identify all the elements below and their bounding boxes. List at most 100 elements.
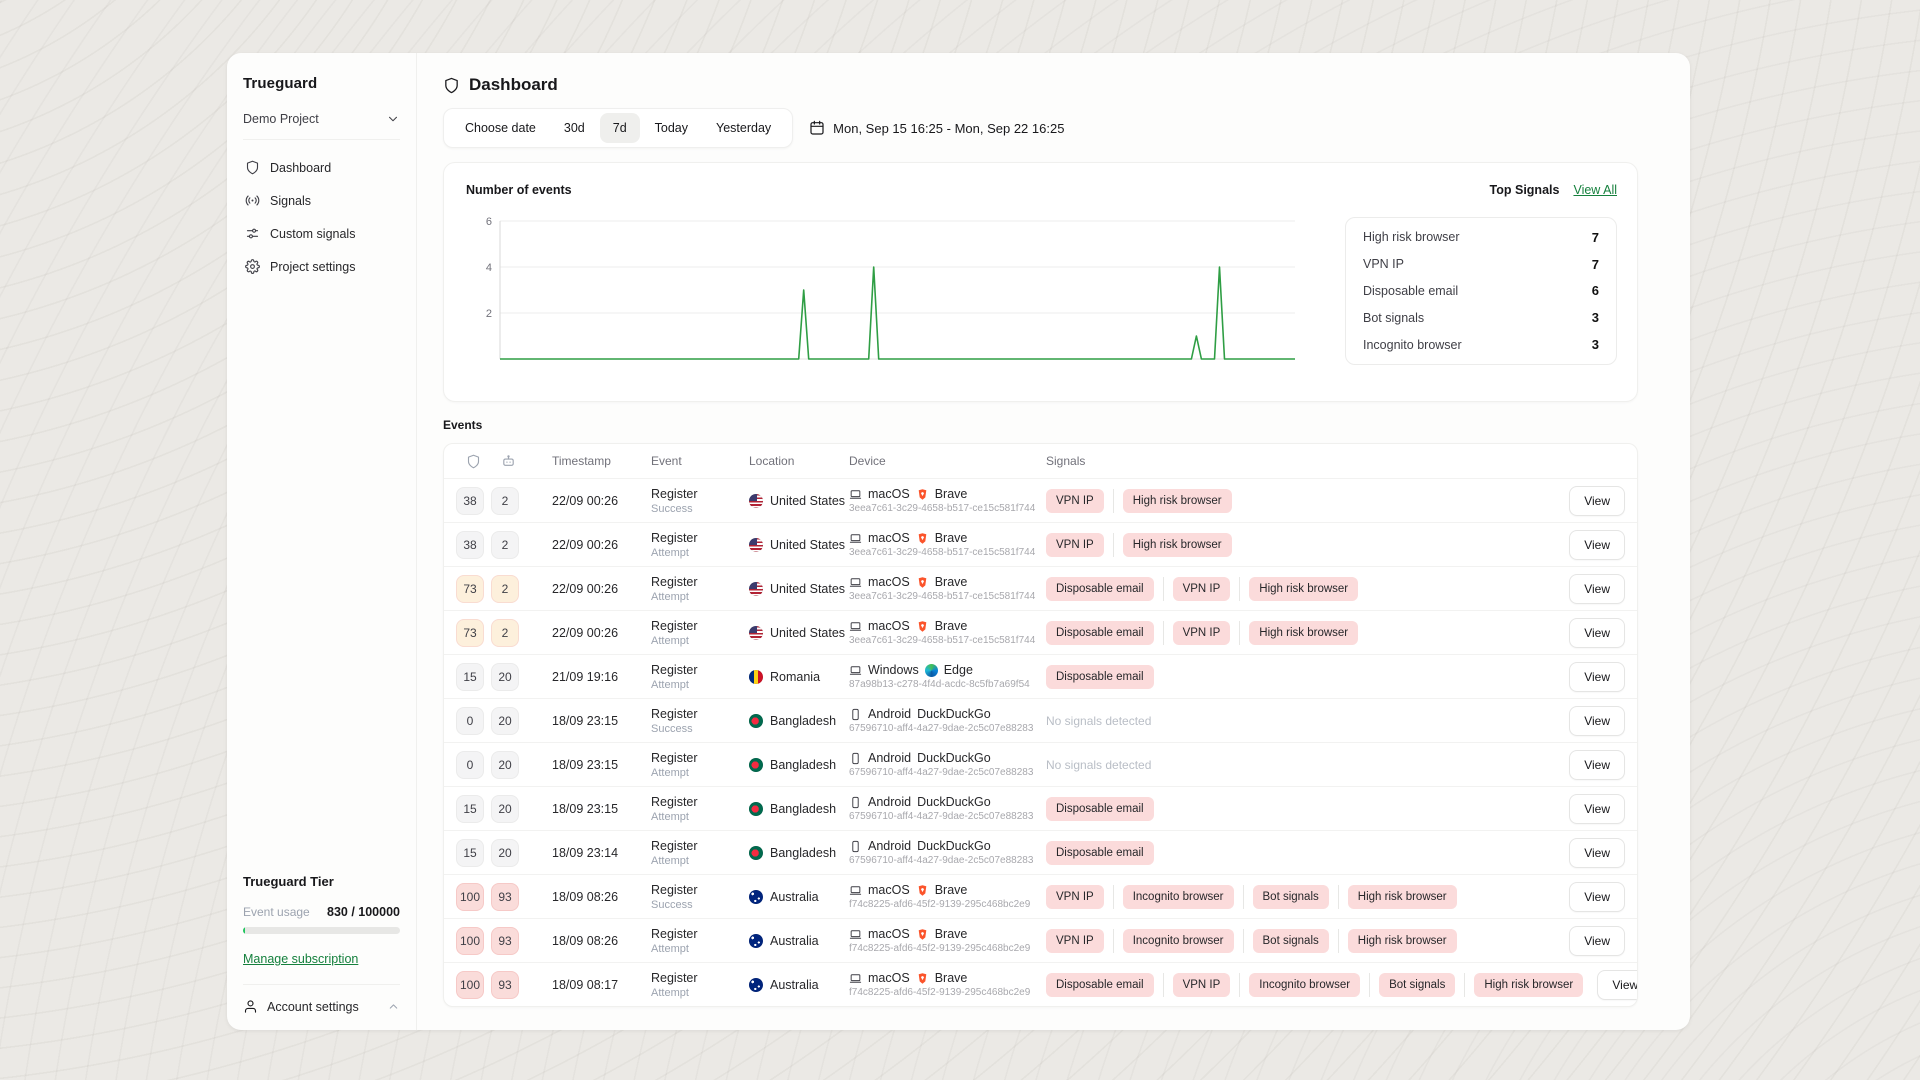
timestamp-cell: 18/09 23:15	[526, 714, 651, 728]
view-button[interactable]: View	[1569, 838, 1625, 868]
table-row: 38 2 22/09 00:26 Register Attempt United…	[444, 522, 1637, 566]
bot-score-badge: 93	[491, 971, 519, 999]
signal-pill: Disposable email	[1046, 841, 1154, 865]
country-flag-icon	[749, 890, 763, 904]
view-button[interactable]: View	[1569, 662, 1625, 692]
country-flag-icon	[749, 538, 763, 552]
signal-pill: Bot signals	[1253, 929, 1329, 953]
risk-score-badge: 100	[456, 971, 484, 999]
bot-score-badge: 20	[491, 795, 519, 823]
location-cell: Australia	[749, 978, 849, 992]
view-button[interactable]: View	[1569, 750, 1625, 780]
top-signal-value: 6	[1592, 283, 1599, 298]
country-name: Australia	[770, 890, 819, 904]
country-flag-icon	[749, 934, 763, 948]
signal-divider	[1163, 577, 1164, 601]
signals-cell: VPN IPHigh risk browser	[1046, 489, 1555, 513]
filter-button-30d[interactable]: 30d	[551, 113, 598, 143]
signal-pill: High risk browser	[1474, 973, 1583, 997]
signal-pill: Incognito browser	[1123, 929, 1234, 953]
brave-icon	[916, 620, 929, 633]
event-cell: Register Attempt	[651, 751, 749, 779]
sidebar-item-label: Custom signals	[270, 227, 355, 241]
signal-pill: VPN IP	[1046, 885, 1104, 909]
view-button[interactable]: View	[1569, 486, 1625, 516]
shield-score-column-icon	[466, 454, 481, 469]
account-settings-button[interactable]: Account settings	[243, 984, 400, 1014]
sliders-icon	[245, 226, 260, 241]
view-button[interactable]: View	[1569, 618, 1625, 648]
timestamp-cell: 22/09 00:26	[526, 626, 651, 640]
view-button[interactable]: View	[1569, 530, 1625, 560]
bot-score-column-icon	[501, 454, 516, 469]
sidebar-item-signals[interactable]: Signals	[243, 188, 400, 213]
top-signal-value: 3	[1592, 310, 1599, 325]
manage-subscription-link[interactable]: Manage subscription	[243, 952, 358, 966]
country-flag-icon	[749, 582, 763, 596]
device-os: macOS	[868, 487, 910, 501]
signal-divider	[1338, 929, 1339, 953]
view-button[interactable]: View	[1597, 970, 1638, 1000]
signal-pill: High risk browser	[1249, 577, 1358, 601]
brave-icon	[916, 928, 929, 941]
event-cell: Register Attempt	[651, 619, 749, 647]
date-range[interactable]: Mon, Sep 15 16:25 - Mon, Sep 22 16:25	[809, 120, 1064, 136]
device-browser: Brave	[935, 971, 968, 985]
signal-divider	[1243, 885, 1244, 909]
timestamp-cell: 18/09 23:14	[526, 846, 651, 860]
sidebar-nav: Dashboard Signals Custom signals Project…	[243, 155, 400, 279]
filter-button-today[interactable]: Today	[642, 113, 701, 143]
signals-cell: Disposable emailVPN IPHigh risk browser	[1046, 621, 1555, 645]
filter-button-7d[interactable]: 7d	[600, 113, 640, 143]
sidebar-item-dashboard[interactable]: Dashboard	[243, 155, 400, 180]
device-browser: DuckDuckGo	[917, 795, 991, 809]
event-type: Register	[651, 751, 749, 765]
view-button[interactable]: View	[1569, 882, 1625, 912]
top-signal-row: Incognito browser 3	[1346, 337, 1616, 352]
sidebar-item-project-settings[interactable]: Project settings	[243, 254, 400, 279]
filter-button-choose-date[interactable]: Choose date	[452, 113, 549, 143]
app-window: Trueguard Demo Project Dashboard Signals…	[227, 53, 1690, 1030]
project-selector[interactable]: Demo Project	[243, 112, 400, 126]
view-button[interactable]: View	[1569, 926, 1625, 956]
signal-pill: Disposable email	[1046, 797, 1154, 821]
device-cell: macOS Brave f74c8225-afd6-45f2-9139-295c…	[849, 971, 1046, 998]
event-status: Success	[651, 503, 749, 515]
event-cell: Register Attempt	[651, 575, 749, 603]
timestamp-cell: 21/09 19:16	[526, 670, 651, 684]
view-all-link[interactable]: View All	[1573, 183, 1617, 197]
signal-pill: VPN IP	[1046, 489, 1104, 513]
device-id: f74c8225-afd6-45f2-9139-295c468bc2e9	[849, 987, 1046, 998]
filter-button-yesterday[interactable]: Yesterday	[703, 113, 784, 143]
bot-score-badge: 20	[491, 663, 519, 691]
device-os: Android	[868, 707, 911, 721]
brave-icon	[916, 488, 929, 501]
view-button[interactable]: View	[1569, 706, 1625, 736]
table-row: 15 20 18/09 23:14 Register Attempt Bangl…	[444, 830, 1637, 874]
country-name: Bangladesh	[770, 714, 836, 728]
device-browser: Brave	[935, 531, 968, 545]
timestamp-cell: 18/09 08:26	[526, 934, 651, 948]
event-type: Register	[651, 575, 749, 589]
no-signals-text: No signals detected	[1046, 714, 1151, 728]
device-os: macOS	[868, 619, 910, 633]
country-name: Bangladesh	[770, 846, 836, 860]
view-button[interactable]: View	[1569, 574, 1625, 604]
calendar-icon	[809, 120, 825, 136]
brave-icon	[916, 884, 929, 897]
brand-logo: Trueguard	[243, 75, 400, 92]
svg-text:2: 2	[486, 308, 492, 320]
event-type: Register	[651, 795, 749, 809]
laptop-icon	[849, 972, 862, 985]
signals-cell: No signals detected	[1046, 714, 1555, 728]
timestamp-cell: 18/09 23:15	[526, 758, 651, 772]
sidebar-item-label: Signals	[270, 194, 311, 208]
device-os: macOS	[868, 575, 910, 589]
signal-divider	[1163, 973, 1164, 997]
event-type: Register	[651, 883, 749, 897]
view-button[interactable]: View	[1569, 794, 1625, 824]
device-cell: Android DuckDuckGo 67596710-aff4-4a27-9d…	[849, 707, 1046, 734]
signal-pill: VPN IP	[1173, 973, 1231, 997]
main-content: Dashboard Choose date30d7dTodayYesterday…	[417, 53, 1690, 1030]
sidebar-item-custom-signals[interactable]: Custom signals	[243, 221, 400, 246]
